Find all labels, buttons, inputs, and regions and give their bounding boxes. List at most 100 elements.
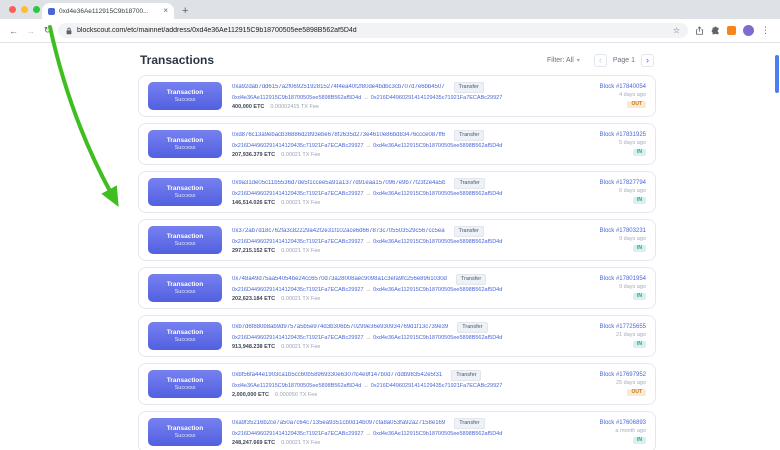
window-zoom-button[interactable] [33,6,40,13]
status-line-1: Transaction [167,281,203,289]
to-address-link[interactable]: 0xd4e36Ae112915C9b18700505ee5898B562af5D… [373,431,502,437]
transaction-status-badge: Transaction Success [148,178,222,206]
to-address-link[interactable]: 0x216D44960291414129435c71921Fa7ECABc299… [371,95,503,101]
transaction-hash-link[interactable]: 0xbf56fa44e1903ca1b5cc60b58969330e6307fc… [232,372,442,378]
block-link[interactable]: Block #17831925 [600,132,646,138]
from-address-link[interactable]: 0x216D44960291414129435c71921Fa7ECABc299… [232,239,364,245]
status-line-1: Transaction [167,329,203,337]
extensions-puzzle-icon[interactable] [711,26,720,35]
transaction-card: Transaction Success 0x9a31de05c11b5536d7… [138,171,656,213]
bookmark-star-icon[interactable]: ☆ [673,27,680,35]
transaction-value: 400,000 ETC [232,104,264,110]
transaction-type-badge: Transfer [457,322,487,332]
to-address-link[interactable]: 0xd4e36Ae112915C9b18700505ee5898B562af5D… [373,287,502,293]
list-controls: Filter: All ▾ ‹ Page 1 › [547,54,654,67]
from-address-link[interactable]: 0x216D44960291414129435c71921Fa7ECABc299… [232,287,364,293]
from-address-link[interactable]: 0x216D44960291414129435c71921Fa7ECABc299… [232,143,364,149]
wallet-extension-icon[interactable] [727,26,736,35]
arrow-right-icon: → [364,239,374,245]
to-address-link[interactable]: 0xd4e36Ae112915C9b18700505ee5898B562af5D… [373,335,502,341]
transaction-hash-link[interactable]: 0xd876c13a9ebacb36886d2893ebe678f2635d27… [232,132,445,138]
address-row: 0x216D44960291414129435c71921Fa7ECABc299… [232,335,550,341]
to-address-link[interactable]: 0xd4e36Ae112915C9b18700505ee5898B562af5D… [373,191,502,197]
block-link[interactable]: Block #17725655 [600,324,646,330]
window-minimize-button[interactable] [21,6,28,13]
status-line-2: Success [175,241,196,248]
window-close-button[interactable] [9,6,16,13]
transaction-age: 5 days ago [619,140,646,146]
transaction-value: 297,215.152 ETC [232,248,275,254]
tab-close-icon[interactable]: × [163,7,168,15]
lock-icon[interactable] [66,27,72,35]
filter-dropdown[interactable]: Filter: All ▾ [547,57,580,64]
direction-badge: IN [633,197,646,205]
transaction-hash-link[interactable]: 0x372ab7d18c762fa3c82229a42f2e31f102ace6… [232,228,445,234]
share-icon[interactable] [695,26,704,35]
transaction-card: Transaction Success 0xa92dab7dd6157a2f06… [138,75,656,117]
transaction-value: 202,623.184 ETC [232,296,275,302]
transaction-value: 248,247.669 ETC [232,440,275,446]
transaction-hash-link[interactable]: 0x9a31de05c11b5536d7de5f1ccee5a91a1377d9… [232,180,445,186]
address-bar[interactable]: blockscout.com/etc/mainnet/address/0xd4e… [58,23,688,38]
browser-menu-icon[interactable]: ⋮ [761,26,770,35]
to-address-link[interactable]: 0xd4e36Ae112915C9b18700505ee5898B562af5D… [373,143,502,149]
from-address-link[interactable]: 0x216D44960291414129435c71921Fa7ECABc299… [232,191,364,197]
new-tab-button[interactable]: + [182,6,188,17]
next-page-button[interactable]: › [641,54,654,67]
transaction-age: 9 days ago [619,236,646,242]
transaction-details: 0xa92dab7dd6157a2f06925192815274f4ea40f2… [232,82,550,109]
block-link[interactable]: Block #17606893 [600,420,646,426]
status-line-2: Success [175,97,196,104]
block-link[interactable]: Block #17697952 [600,372,646,378]
transaction-hash-link[interactable]: 0xa92dab7dd6157a2f06925192815274f4ea40f2… [232,84,445,90]
address-row: 0x216D44960291414129435c71921Fa7ECABc299… [232,239,550,245]
profile-avatar[interactable] [743,25,754,36]
reload-button[interactable]: ↻ [41,25,54,36]
transaction-hash-link[interactable]: 0xb7d6f880b8ab9d9757a5b5e974d3b306b57029… [232,324,448,330]
block-link[interactable]: Block #17803231 [600,228,646,234]
forward-button[interactable]: → [24,26,37,36]
transactions-panel: Transactions Filter: All ▾ ‹ Page 1 › Tr… [138,44,656,450]
from-address-link[interactable]: 0xd4e36Ae112915C9b18700505ee5898B562af5D… [232,383,361,389]
transaction-hash-link[interactable]: 0xa9f35216b2ce7a50a7c64c7135ea9351cb0d14… [232,420,445,426]
page-indicator: Page 1 [611,57,637,64]
direction-badge: IN [633,149,646,157]
block-link[interactable]: Block #17840054 [600,84,646,90]
transaction-status-badge: Transaction Success [148,418,222,446]
window-controls [9,6,40,13]
prev-page-button[interactable]: ‹ [594,54,607,67]
from-address-link[interactable]: 0x216D44960291414129435c71921Fa7ECABc299… [232,335,364,341]
scrollbar-thumb[interactable] [775,55,779,93]
transaction-hash-link[interactable]: 0x748a49d75aa54054be24cc6570d73a28008aec… [232,276,447,282]
transaction-meta: Block #17725655 21 days ago IN [558,324,646,349]
transaction-type-badge: Transfer [451,370,481,380]
from-address-link[interactable]: 0x216D44960291414129435c71921Fa7ECABc299… [232,431,364,437]
direction-badge: OUT [627,101,646,109]
browser-tab[interactable]: 0xd4e36Ae112915C9b18700... × [42,3,174,19]
transaction-meta: Block #17697952 25 days ago OUT [558,372,646,397]
direction-badge: IN [633,245,646,253]
transaction-status-badge: Transaction Success [148,226,222,254]
direction-badge: OUT [627,389,646,397]
from-address-link[interactable]: 0xd4e36Ae112915C9b18700505ee5898B562af5D… [232,95,361,101]
browser-toolbar: ← → ↻ blockscout.com/etc/mainnet/address… [0,19,780,43]
address-row: 0x216D44960291414129435c71921Fa7ECABc299… [232,287,550,293]
filter-label: Filter: All [547,57,574,64]
transaction-type-badge: Transfer [454,226,484,236]
back-button[interactable]: ← [7,26,20,36]
to-address-link[interactable]: 0x216D44960291414129435c71921Fa7ECABc299… [371,383,503,389]
transaction-value: 913,948.238 ETC [232,344,275,350]
value-row: 400,000 ETC 0.00002415 TX Fee [232,104,550,110]
to-address-link[interactable]: 0xd4e36Ae112915C9b18700505ee5898B562af5D… [373,239,502,245]
block-link[interactable]: Block #17801954 [600,276,646,282]
transaction-details: 0x9a31de05c11b5536d7de5f1ccee5a91a1377d9… [232,178,550,205]
transaction-age: 9 days ago [619,284,646,290]
transaction-meta: Block #17803231 9 days ago IN [558,228,646,253]
transaction-fee: 0.00021 TX Fee [281,344,320,350]
transaction-type-badge: Transfer [454,82,484,92]
address-row: 0x216D44960291414129435c71921Fa7ECABc299… [232,431,550,437]
transaction-card: Transaction Success 0xbf56fa44e1903ca1b5… [138,363,656,405]
transaction-details: 0x748a49d75aa54054be24cc6570d73a28008aec… [232,274,550,301]
transaction-card: Transaction Success 0x372ab7d18c762fa3c8… [138,219,656,261]
block-link[interactable]: Block #17827794 [600,180,646,186]
